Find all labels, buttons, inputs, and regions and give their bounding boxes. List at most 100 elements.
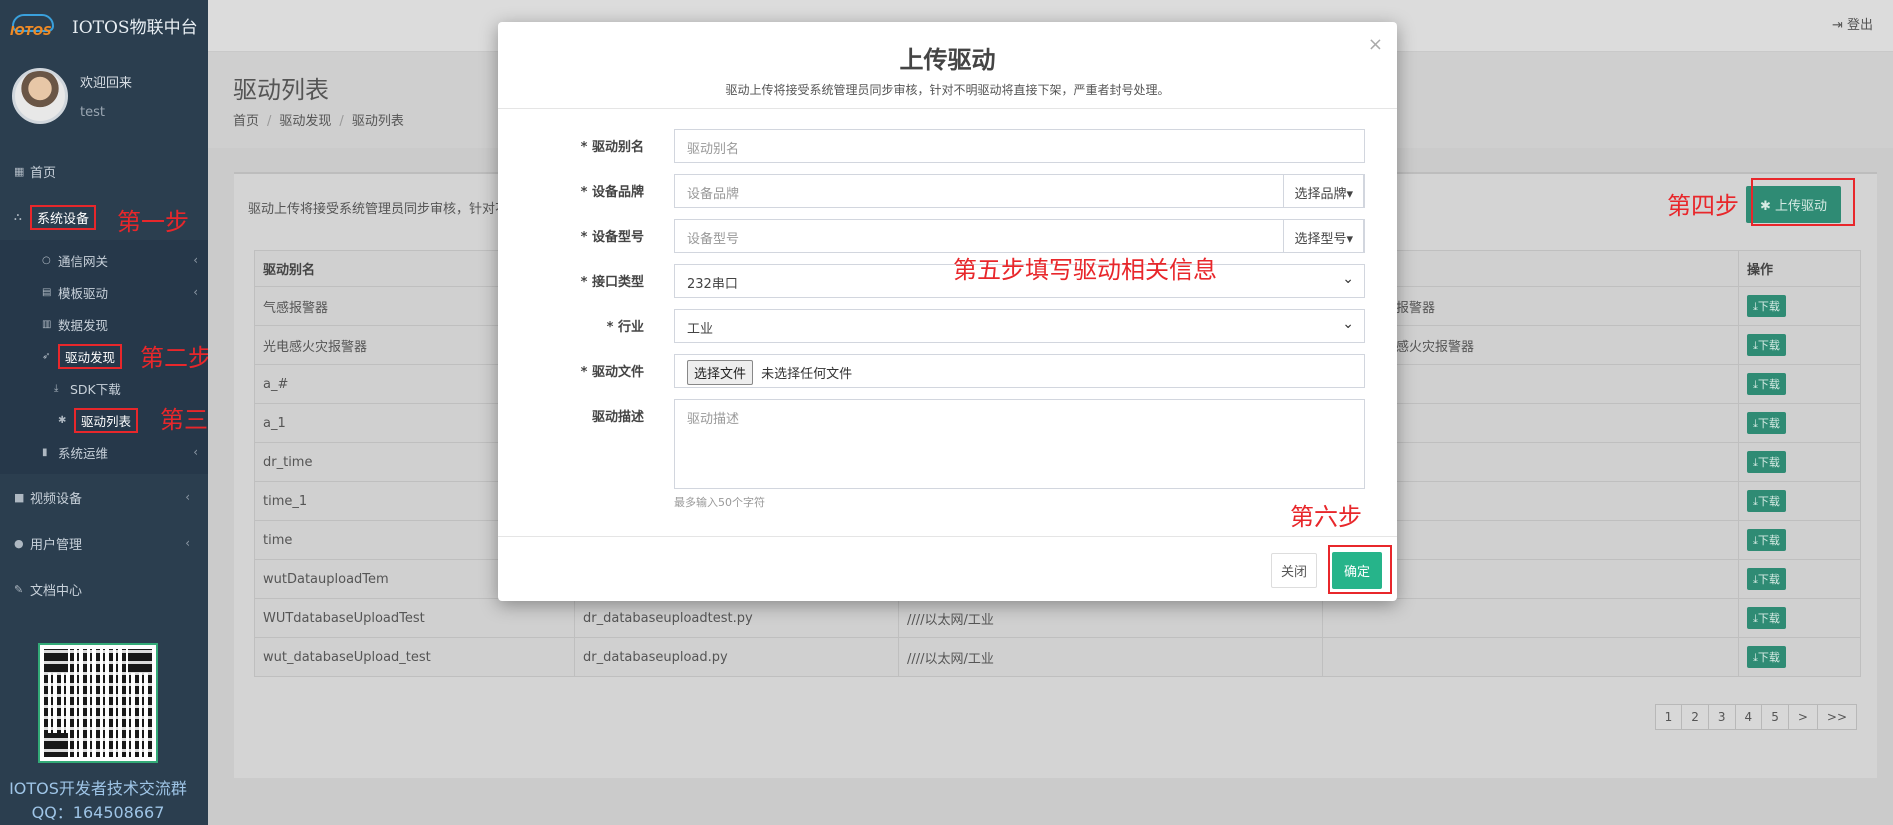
box-description: 驱动上传将接受系统管理员同步审核，针对不 [248, 202, 509, 217]
close-button[interactable]: 关闭 [1270, 553, 1317, 588]
qr-caption-qq: QQ：164508667 [31, 803, 165, 822]
user-panel: 欢迎回来 test [0, 50, 208, 142]
download-button[interactable]: ⤓下载 [1747, 373, 1786, 395]
sidebar-item-label: 视频设备 [30, 491, 83, 507]
download-button[interactable]: ⤓下载 [1747, 607, 1786, 629]
alias-input[interactable]: 驱动别名 [674, 129, 1365, 163]
annotation-step4: 第四步 [1667, 192, 1739, 220]
annotation-step1: 第一步 [117, 208, 189, 236]
sidebar-item-label: 系统运维 [58, 445, 109, 461]
form-row-file: * 驱动文件 选择文件 未选择任何文件 [498, 354, 1397, 399]
sidebar-item-label: 系统设备 [30, 204, 97, 230]
sidebar-item-user-mgmt[interactable]: ● 用户管理 ‹ [0, 520, 208, 566]
driver-file-input: 选择文件 未选择任何文件 [674, 354, 1365, 388]
select-brand-button[interactable]: 选择品牌▾ [1283, 174, 1364, 208]
sidebar-item-template-driver[interactable]: ▤ 模板驱动 ‹ [0, 276, 208, 308]
download-button[interactable]: ⤓下载 [1747, 412, 1786, 434]
asterisk-icon: ✱ [58, 414, 67, 426]
sitemap-icon: ⛬ [14, 210, 22, 223]
upload-driver-modal: 上传驱动 驱动上传将接受系统管理员同步审核，针对不明驱动将直接下架，严重者封号处… [498, 22, 1397, 601]
bar-chart-icon: ▮ [42, 446, 48, 458]
alias-label: * 驱动别名 [580, 140, 644, 155]
chevron-left-icon: ‹ [193, 253, 198, 267]
user-icon: ● [14, 536, 24, 550]
page-3-button[interactable]: 3 [1707, 704, 1736, 730]
driver-file-label: * 驱动文件 [580, 365, 644, 380]
breadcrumb-home[interactable]: 首页 [233, 114, 259, 129]
avatar [12, 68, 68, 124]
sidebar-item-comm-gateway[interactable]: ○ 通信网关 ‹ [0, 244, 208, 276]
form-row-industry: * 行业 工业 ⌄ [498, 309, 1397, 354]
chevron-left-icon: ‹ [193, 285, 198, 299]
sidebar-item-home[interactable]: ▦ 首页 [0, 148, 208, 194]
industry-label: * 行业 [606, 320, 644, 335]
form-row-interface: * 接口类型 232串口 ⌄ [498, 264, 1397, 309]
download-button[interactable]: ⤓下载 [1747, 451, 1786, 473]
breadcrumb: 首页 / 驱动发现 / 驱动列表 [233, 114, 404, 129]
col-header-actions: 操作 [1738, 250, 1861, 287]
description-textarea[interactable]: 驱动描述 [674, 399, 1365, 489]
download-icon: ⤓ [54, 382, 59, 394]
annotation-frame-upload [1751, 178, 1855, 226]
download-button[interactable]: ⤓下载 [1747, 646, 1786, 668]
pagination: 1 2 3 4 5 > >> [1654, 704, 1857, 730]
logo-bar: IOTOS IOTOS物联中台 [0, 0, 208, 50]
modal-footer: 关闭 确定 [498, 536, 1397, 601]
sidebar-item-doc-center[interactable]: ✎ 文档中心 [0, 566, 208, 612]
description-help: 最多输入50个字符 [674, 496, 765, 509]
file-status: 未选择任何文件 [761, 367, 853, 382]
sidebar-item-data-discovery[interactable]: ▥ 数据发现 [0, 308, 208, 340]
industry-select[interactable]: 工业 ⌄ [674, 309, 1365, 343]
description-label: 驱动描述 [591, 410, 644, 425]
annotation-step6: 第六步 [1290, 503, 1362, 531]
edit-icon: ✎ [14, 582, 24, 596]
last-page-button[interactable]: >> [1816, 704, 1857, 730]
download-button[interactable]: ⤓下载 [1747, 490, 1786, 512]
download-button[interactable]: ⤓下载 [1747, 568, 1786, 590]
page-2-button[interactable]: 2 [1681, 704, 1709, 730]
dashboard-icon: ▦ [14, 164, 25, 178]
select-model-button[interactable]: 选择型号▾ [1283, 219, 1364, 253]
next-page-button[interactable]: > [1787, 704, 1818, 730]
welcome-text: 欢迎回来 [80, 76, 133, 91]
modal-subtitle: 驱动上传将接受系统管理员同步审核，针对不明驱动将直接下架，严重者封号处理。 [725, 83, 1170, 97]
video-camera-icon: ■ [14, 490, 25, 504]
breadcrumb-driver-list: 驱动列表 [351, 114, 404, 129]
logo-text: IOTOS [10, 24, 52, 38]
circle-icon: ○ [42, 254, 51, 266]
sidebar-item-label: 用户管理 [30, 537, 83, 553]
breadcrumb-driver-discovery[interactable]: 驱动发现 [279, 114, 331, 129]
page-1-button[interactable]: 1 [1654, 704, 1683, 730]
download-button[interactable]: ⤓下载 [1747, 295, 1786, 317]
page-5-button[interactable]: 5 [1761, 704, 1789, 730]
model-label: * 设备型号 [580, 230, 644, 245]
choose-file-button[interactable]: 选择文件 [687, 360, 754, 385]
sidebar-item-video-device[interactable]: ■ 视频设备 ‹ [0, 474, 208, 520]
sidebar-item-label: 通信网关 [58, 253, 109, 269]
brand-input[interactable]: 设备品牌 选择品牌▾ [674, 174, 1365, 208]
download-button[interactable]: ⤓下载 [1747, 529, 1786, 551]
annotation-step5: 第五步填写驱动相关信息 [953, 256, 1217, 284]
chevron-left-icon: ‹ [185, 490, 190, 504]
close-icon[interactable]: × [1368, 34, 1383, 55]
logout-link[interactable]: ⇥ 登出 [1832, 14, 1873, 33]
qr-caption-group: IOTOS开发者技术交流群 [9, 779, 187, 798]
sidebar-item-label: 文档中心 [30, 583, 83, 599]
interface-type-label: * 接口类型 [580, 275, 644, 290]
form-row-alias: * 驱动别名 驱动别名 [498, 129, 1397, 174]
page-4-button[interactable]: 4 [1734, 704, 1763, 730]
sign-out-icon: ⇥ [1831, 18, 1847, 33]
brand-label: * 设备品牌 [580, 185, 644, 200]
annotation-frame-confirm [1328, 545, 1392, 594]
sidebar-item-system-ops[interactable]: ▮ 系统运维 ‹ [0, 436, 208, 468]
app-title: IOTOS物联中台 [72, 17, 198, 38]
download-button[interactable]: ⤓下载 [1747, 334, 1786, 356]
logo: IOTOS [8, 12, 58, 38]
upload-form: * 驱动别名 驱动别名 * 设备品牌 设备品牌 选择品牌▾ * 设备型号 设备型… [498, 109, 1397, 519]
table-row: WUTdatabaseUploadTest dr_databaseuploadte… [254, 598, 1861, 638]
modal-header: 上传驱动 驱动上传将接受系统管理员同步审核，针对不明驱动将直接下架，严重者封号处… [498, 22, 1397, 109]
table-icon: ▥ [42, 318, 52, 330]
model-input[interactable]: 设备型号 选择型号▾ [674, 219, 1365, 253]
form-row-description: 驱动描述 驱动描述 最多输入50个字符 [498, 399, 1397, 519]
page-title: 驱动列表 [233, 76, 329, 104]
